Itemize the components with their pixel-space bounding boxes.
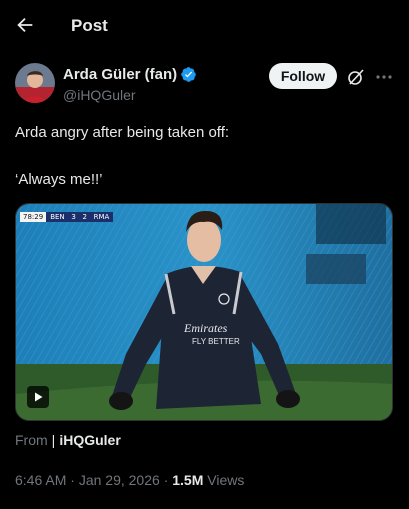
tweet-time[interactable]: 6:46 AM: [15, 472, 66, 488]
meta-separator: ·: [70, 472, 79, 488]
views-label: Views: [207, 472, 245, 488]
play-icon: [35, 392, 43, 402]
tweet-date[interactable]: Jan 29, 2026: [79, 472, 160, 488]
source-attribution: From | iHQGuler: [15, 432, 121, 448]
grok-icon[interactable]: [346, 67, 366, 87]
play-button[interactable]: [27, 386, 49, 408]
page-title: Post: [71, 16, 108, 35]
more-options-icon[interactable]: [374, 67, 394, 87]
jersey-tagline-text: FLY BETTER: [192, 337, 240, 346]
match-score: BEN 3 2 RMA: [46, 212, 114, 222]
follow-button[interactable]: Follow: [269, 63, 337, 89]
user-avatar-image: [15, 63, 55, 103]
tweet-metadata: 6:46 AM · Jan 29, 2026 · 1.5M Views: [15, 472, 244, 488]
video-frame: Emirates FLY BETTER: [16, 204, 392, 420]
jersey-sponsor-text: Emirates: [183, 321, 228, 335]
tweet-text-line-2: ‘Always me!!’: [15, 171, 103, 188]
author-handle[interactable]: @iHQGuler: [63, 87, 136, 103]
author-display-name[interactable]: Arda Güler (fan): [63, 66, 177, 83]
top-bar: Post: [0, 0, 409, 52]
verified-badge-icon: [181, 67, 196, 82]
match-scorebug: 78:29 BEN 3 2 RMA: [20, 212, 114, 222]
tweet-text-line-1: Arda angry after being taken off:: [15, 124, 230, 141]
match-clock: 78:29: [20, 212, 47, 222]
source-account-link[interactable]: iHQGuler: [59, 432, 120, 448]
meta-separator: ·: [163, 472, 173, 488]
back-arrow-icon[interactable]: [14, 14, 36, 36]
source-prefix: From: [15, 432, 48, 448]
source-separator: |: [51, 432, 56, 448]
avatar[interactable]: [15, 63, 55, 103]
video-thumbnail[interactable]: Emirates FLY BETTER: [15, 203, 393, 421]
views-count: 1.5M: [172, 472, 204, 488]
